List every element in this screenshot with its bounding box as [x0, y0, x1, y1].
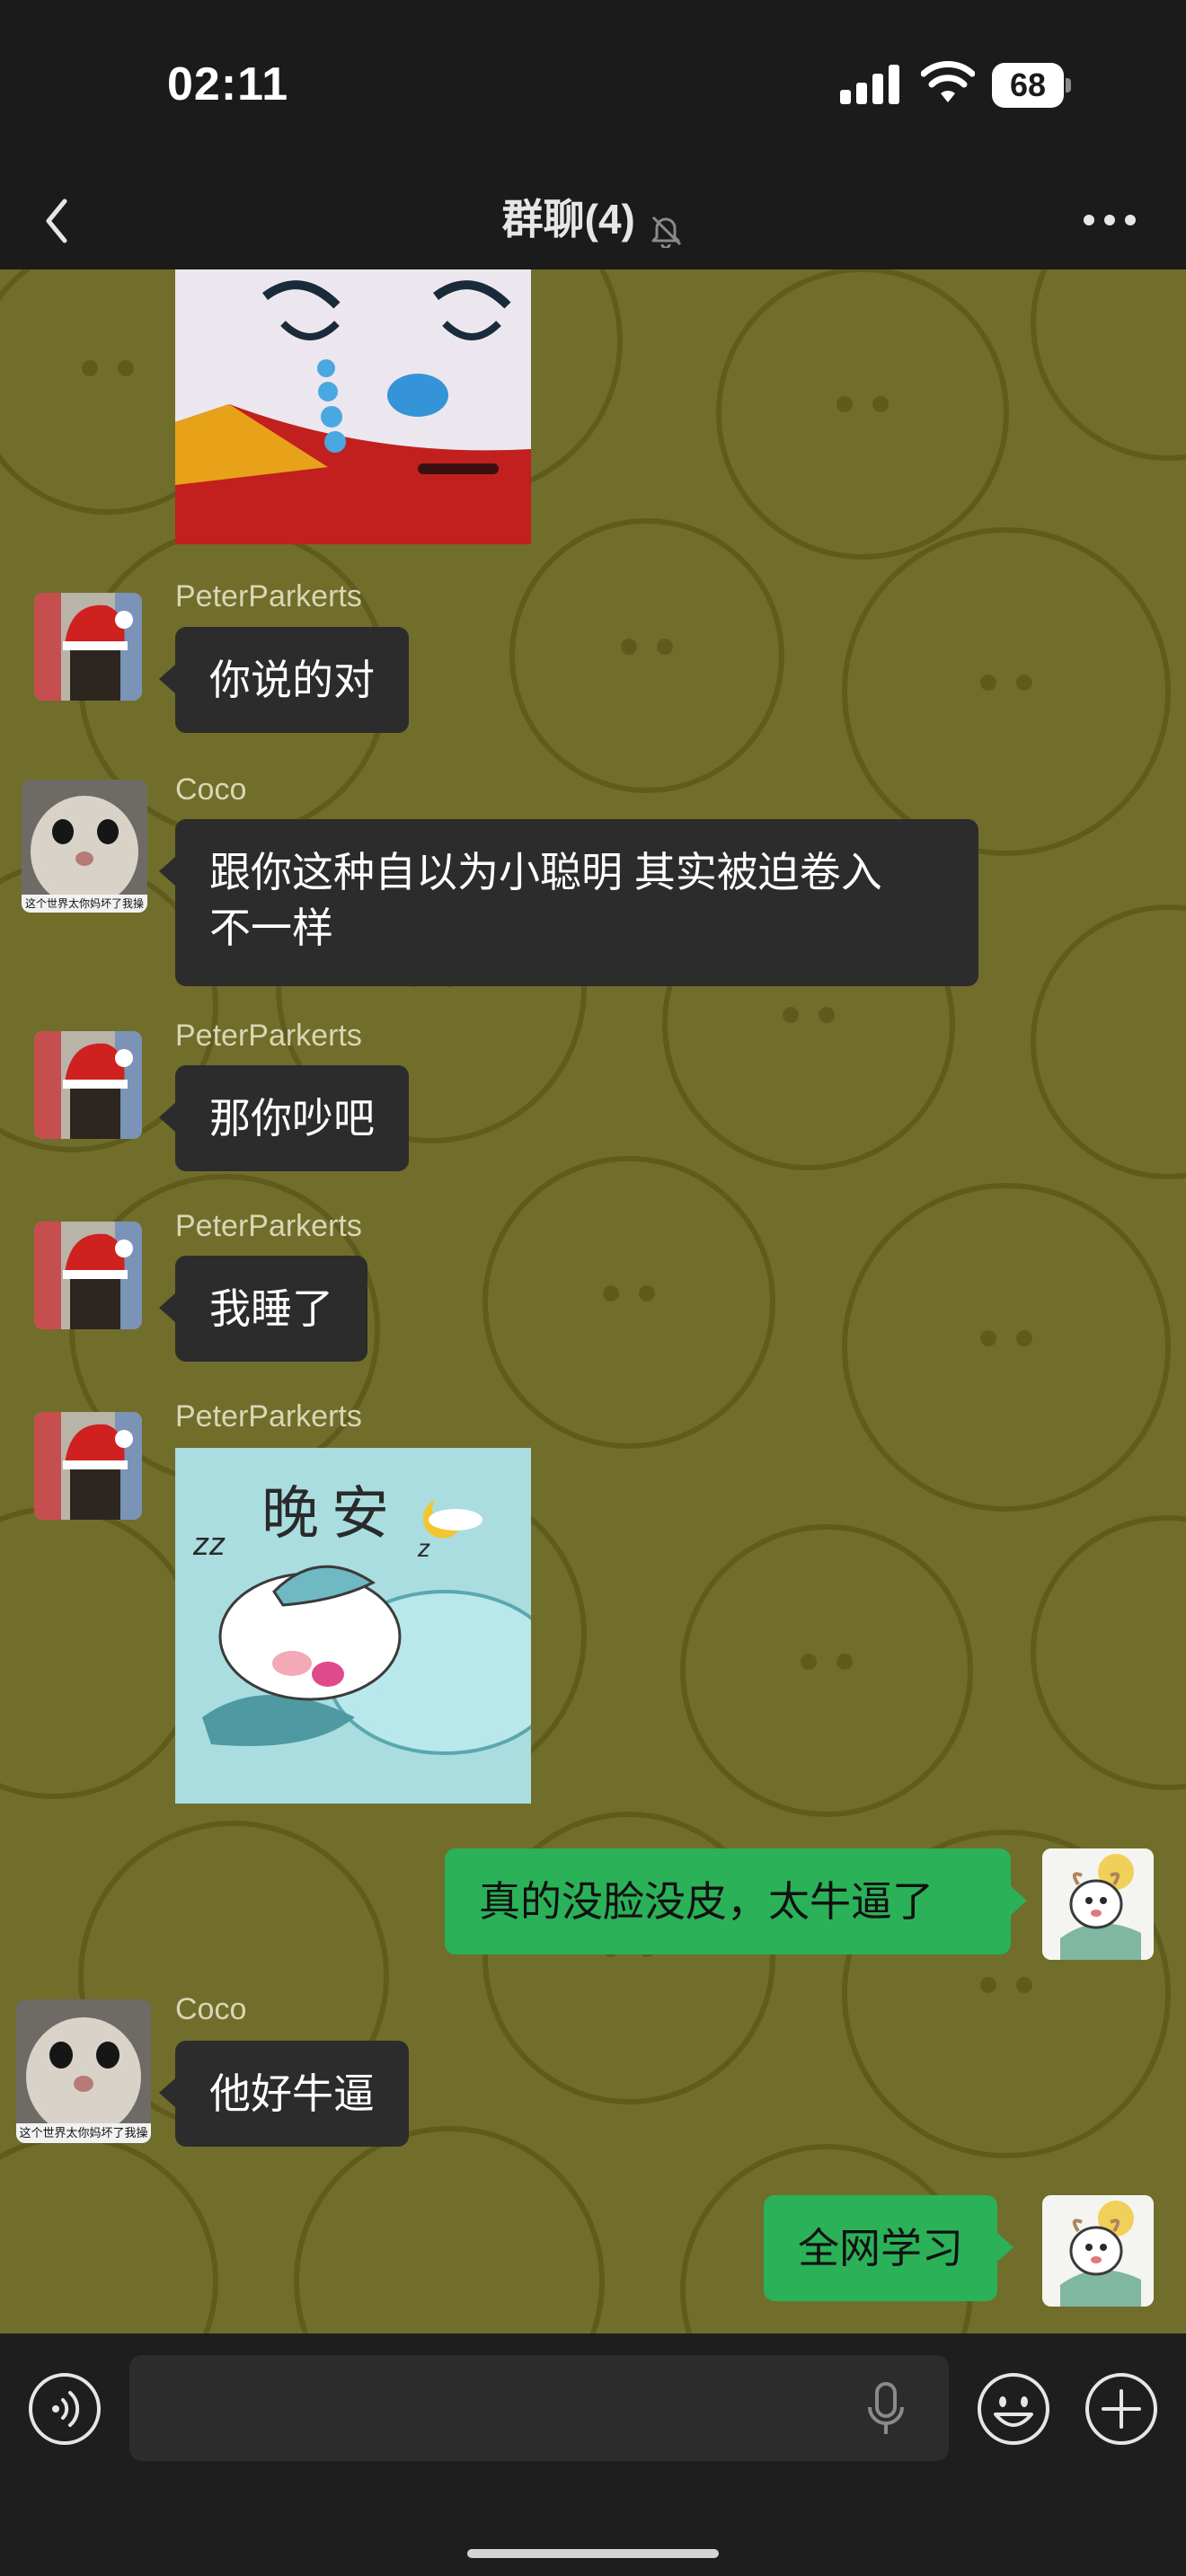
- sender-name: PeterParkerts: [175, 1399, 362, 1434]
- message-text: 我睡了: [209, 1285, 333, 1332]
- chat-title: 群聊(4): [501, 196, 635, 243]
- sticker-good-night[interactable]: 晚安 zz z: [175, 1448, 531, 1804]
- chat-title-bar[interactable]: 群聊(4): [0, 187, 1186, 248]
- message-text: 那你吵吧: [209, 1095, 375, 1142]
- avatar-coco[interactable]: 这个世界太你妈坏了我操: [16, 1999, 151, 2143]
- message-text: 真的没脸没皮，太牛逼了: [479, 1878, 934, 1925]
- message-text: 他好牛逼: [209, 2070, 375, 2117]
- message-text-line: 不一样: [209, 904, 333, 951]
- avatar-peterparkerts[interactable]: [34, 1222, 142, 1329]
- status-time: 02:11: [167, 58, 289, 110]
- message-text-line: 跟你这种自以为小聪明 其实被迫卷入: [209, 849, 882, 895]
- sticker-z: z: [418, 1534, 430, 1562]
- input-bar: [0, 2333, 1186, 2576]
- avatar-self[interactable]: [1042, 1848, 1154, 1960]
- avatar-caption: 这个世界太你妈坏了我操: [19, 2126, 148, 2139]
- avatar-caption: 这个世界太你妈坏了我操: [24, 897, 144, 910]
- sender-name: Coco: [175, 772, 247, 807]
- emoji-icon[interactable]: [976, 2371, 1051, 2447]
- avatar-peterparkerts[interactable]: [34, 593, 142, 701]
- status-bar: 02:11 68: [0, 0, 1186, 171]
- battery-icon: 68: [992, 63, 1071, 108]
- battery-level: 68: [1009, 66, 1047, 103]
- sticker-zz: zz: [193, 1525, 226, 1562]
- message-bubble[interactable]: 你说的对: [159, 627, 409, 733]
- plus-icon[interactable]: [1084, 2371, 1159, 2447]
- message-bubble[interactable]: 我睡了: [159, 1256, 367, 1362]
- nav-bar: 群聊(4): [0, 171, 1186, 270]
- wifi-icon: [921, 61, 975, 102]
- chat-area[interactable]: PeterParkerts 你说的对 这个世界太你妈坏了我操 Coco 跟你这种…: [0, 269, 1186, 2333]
- voice-icon[interactable]: [27, 2371, 102, 2447]
- signal-icon: [840, 65, 901, 104]
- message-bubble-outgoing[interactable]: 全网学习: [764, 2195, 1013, 2301]
- bell-slash-icon: [651, 216, 682, 248]
- message-bubble[interactable]: 他好牛逼: [159, 2041, 409, 2147]
- message-input[interactable]: [129, 2355, 949, 2461]
- sender-name: PeterParkerts: [175, 1019, 362, 1053]
- avatar-self[interactable]: [1042, 2195, 1154, 2307]
- sender-name: PeterParkerts: [175, 579, 362, 613]
- message-text: 全网学习: [798, 2225, 963, 2272]
- mic-icon[interactable]: [866, 2380, 906, 2438]
- avatar-peterparkerts[interactable]: [34, 1031, 142, 1139]
- sticker-crying-face[interactable]: [175, 269, 531, 544]
- home-indicator[interactable]: [467, 2549, 719, 2558]
- sender-name: PeterParkerts: [175, 1209, 362, 1243]
- more-icon[interactable]: [1078, 198, 1141, 243]
- message-bubble-outgoing[interactable]: 真的没脸没皮，太牛逼了: [445, 1848, 1027, 1954]
- message-bubble[interactable]: 那你吵吧: [159, 1065, 409, 1171]
- message-bubble[interactable]: 跟你这种自以为小聪明 其实被迫卷入 不一样: [159, 819, 978, 986]
- sticker-text: 晚安: [261, 1481, 402, 1548]
- avatar-peterparkerts[interactable]: [34, 1412, 142, 1520]
- sender-name: Coco: [175, 1992, 247, 2026]
- avatar-coco[interactable]: 这个世界太你妈坏了我操: [22, 780, 147, 913]
- message-text: 你说的对: [209, 657, 375, 703]
